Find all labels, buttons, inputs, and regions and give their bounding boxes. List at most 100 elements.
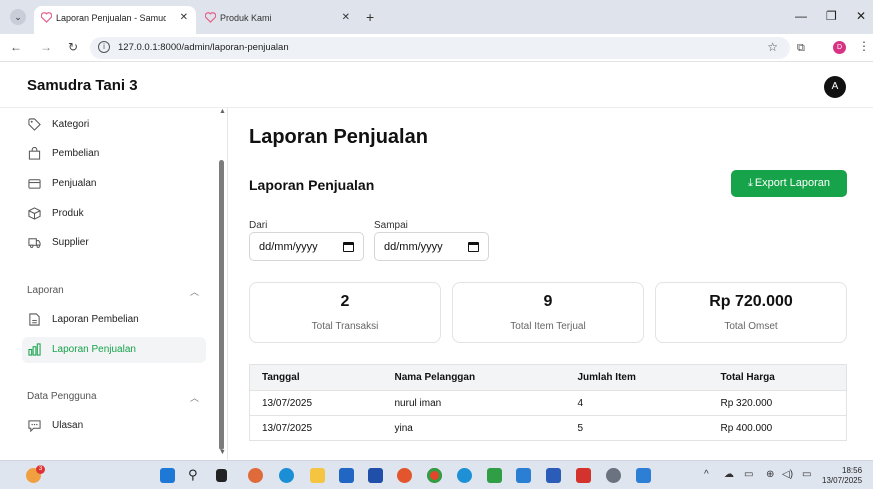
user-avatar[interactable]: A: [824, 76, 846, 98]
minimize-button[interactable]: —: [795, 9, 807, 23]
sidebar-scrollbar[interactable]: [219, 160, 224, 450]
tab-search-chevron-icon[interactable]: ⌄: [10, 9, 26, 25]
pdf-reader-icon[interactable]: [576, 468, 591, 483]
sidebar-item-label: Supplier: [52, 237, 89, 248]
sidebar-item-penjualan[interactable]: Penjualan: [22, 171, 206, 197]
tab-produk-kami[interactable]: Produk Kami ✕: [198, 6, 358, 34]
photos-icon[interactable]: [636, 468, 651, 483]
truck-icon: [28, 238, 41, 248]
sidebar-item-produk[interactable]: Produk: [22, 201, 206, 227]
calendar-icon[interactable]: [468, 242, 479, 252]
export-report-button[interactable]: ⤓ Export Laporan: [731, 170, 847, 197]
taskbar-clock[interactable]: 18:56 13/07/2025: [822, 466, 862, 486]
stat-value: 9: [543, 293, 553, 310]
column-header-tanggal: Tanggal: [249, 364, 383, 391]
close-window-button[interactable]: ✕: [856, 9, 866, 23]
download-icon: ⤓: [747, 177, 753, 189]
chat-icon: [28, 420, 41, 432]
scroll-down-arrow-icon[interactable]: ▼: [219, 449, 226, 456]
profile-avatar[interactable]: D: [833, 41, 846, 54]
sidebar-item-label: Ulasan: [52, 420, 84, 431]
task-view-icon[interactable]: [216, 469, 227, 482]
column-header-total-harga: Total Harga: [708, 364, 847, 391]
tag-icon: [28, 118, 41, 131]
url-text[interactable]: 127.0.0.1:8000/admin/laporan-penjualan: [118, 37, 289, 59]
firefox-icon[interactable]: [397, 468, 412, 483]
search-icon[interactable]: ⚲: [188, 467, 198, 483]
chevron-up-icon[interactable]: ︿: [190, 285, 199, 298]
table-cell: 5: [565, 415, 709, 441]
settings-gear-icon[interactable]: [606, 468, 621, 483]
store-icon[interactable]: [339, 468, 354, 483]
notification-badge: 3: [36, 465, 45, 474]
chrome-icon[interactable]: [427, 468, 442, 483]
site-info-icon[interactable]: i: [98, 41, 110, 53]
stat-card-total-transaksi: 2 Total Transaksi: [249, 282, 441, 343]
display-icon[interactable]: ▭: [744, 469, 753, 480]
clock-time: 18:56: [842, 466, 863, 475]
table-cell: 4: [565, 390, 709, 416]
excel-icon[interactable]: [487, 468, 502, 483]
box-icon: [28, 207, 41, 220]
sidebar-item-laporan-pembelian[interactable]: Laporan Pembelian: [22, 307, 206, 333]
tab-close-icon[interactable]: ✕: [180, 6, 188, 30]
address-bar: ← → ↻ i 127.0.0.1:8000/admin/laporan-pen…: [0, 34, 873, 62]
favicon-icon: [205, 12, 216, 23]
new-tab-button[interactable]: +: [366, 9, 374, 25]
app-blue-icon[interactable]: [457, 468, 472, 483]
cloud-icon[interactable]: ☁: [724, 469, 734, 480]
extensions-icon[interactable]: ⧉: [797, 42, 805, 55]
sidebar-item-label: Penjualan: [52, 178, 97, 189]
app-l-icon[interactable]: [368, 468, 383, 483]
sidebar-group-laporan[interactable]: Laporan: [27, 285, 64, 296]
stat-value: 2: [340, 293, 350, 310]
to-date-input[interactable]: dd/mm/yyyy: [374, 232, 489, 261]
table-cell: Rp 400.000: [708, 415, 847, 441]
chevron-up-icon[interactable]: ︿: [190, 391, 199, 404]
stat-caption: Total Omset: [724, 321, 778, 332]
sidebar-group-data-pengguna[interactable]: Data Pengguna: [27, 391, 97, 402]
from-date-value: dd/mm/yyyy: [259, 241, 318, 253]
volume-icon[interactable]: ◁): [782, 469, 793, 480]
bookmark-star-icon[interactable]: ☆: [767, 40, 778, 54]
file-explorer-icon[interactable]: [310, 468, 325, 483]
tab-close-icon[interactable]: ✕: [342, 6, 350, 30]
brand-title[interactable]: Samudra Tani 3: [27, 77, 138, 94]
chevron-up-tray-icon[interactable]: ^: [704, 469, 709, 480]
back-arrow-icon[interactable]: ←: [10, 40, 22, 54]
word-icon[interactable]: [546, 468, 561, 483]
browser-menu-icon[interactable]: ⋮: [858, 39, 870, 53]
windows-start-icon[interactable]: [160, 468, 175, 483]
reload-icon[interactable]: ↻: [68, 40, 78, 54]
from-date-input[interactable]: dd/mm/yyyy: [249, 232, 364, 261]
stat-caption: Total Transaksi: [311, 321, 379, 332]
tab-laporan-penjualan[interactable]: Laporan Penjualan - Samudra T ✕: [34, 6, 196, 34]
table-row: 13/07/2025 nurul iman 4 Rp 320.000: [249, 390, 847, 416]
vscode-icon[interactable]: [516, 468, 531, 483]
edge-browser-icon[interactable]: [279, 468, 294, 483]
sidebar-item-supplier[interactable]: Supplier: [22, 230, 206, 256]
stat-card-total-omset: Rp 720.000 Total Omset: [655, 282, 847, 343]
document-icon: [29, 313, 40, 326]
calendar-icon[interactable]: [343, 242, 354, 252]
url-field[interactable]: i 127.0.0.1:8000/admin/laporan-penjualan…: [90, 37, 790, 59]
sidebar-item-label: Kategori: [52, 119, 90, 130]
network-icon[interactable]: ⊕: [766, 469, 774, 480]
sidebar-item-label: Produk: [52, 208, 84, 219]
sidebar-item-ulasan[interactable]: Ulasan: [22, 413, 206, 439]
sidebar-item-laporan-penjualan[interactable]: Laporan Penjualan: [22, 337, 206, 363]
copilot-icon[interactable]: [248, 468, 263, 483]
sales-table: Tanggal Nama Pelanggan Jumlah Item Total…: [249, 364, 847, 441]
battery-icon[interactable]: ▭: [802, 469, 811, 480]
table-cell: Rp 320.000: [708, 390, 847, 416]
sidebar-item-kategori[interactable]: Kategori: [22, 112, 206, 138]
forward-arrow-icon[interactable]: →: [40, 40, 52, 54]
restore-button[interactable]: ❐: [826, 9, 837, 23]
scroll-up-arrow-icon[interactable]: ▲: [219, 108, 226, 115]
sidebar: Kategori Pembelian Penjualan Produk Supp…: [0, 108, 228, 460]
table-header-row: Tanggal Nama Pelanggan Jumlah Item Total…: [249, 364, 847, 391]
column-header-nama-pelanggan: Nama Pelanggan: [382, 364, 566, 391]
stat-caption: Total Item Terjual: [510, 321, 586, 332]
sidebar-item-pembelian[interactable]: Pembelian: [22, 141, 206, 167]
table-cell: 13/07/2025: [249, 390, 383, 416]
